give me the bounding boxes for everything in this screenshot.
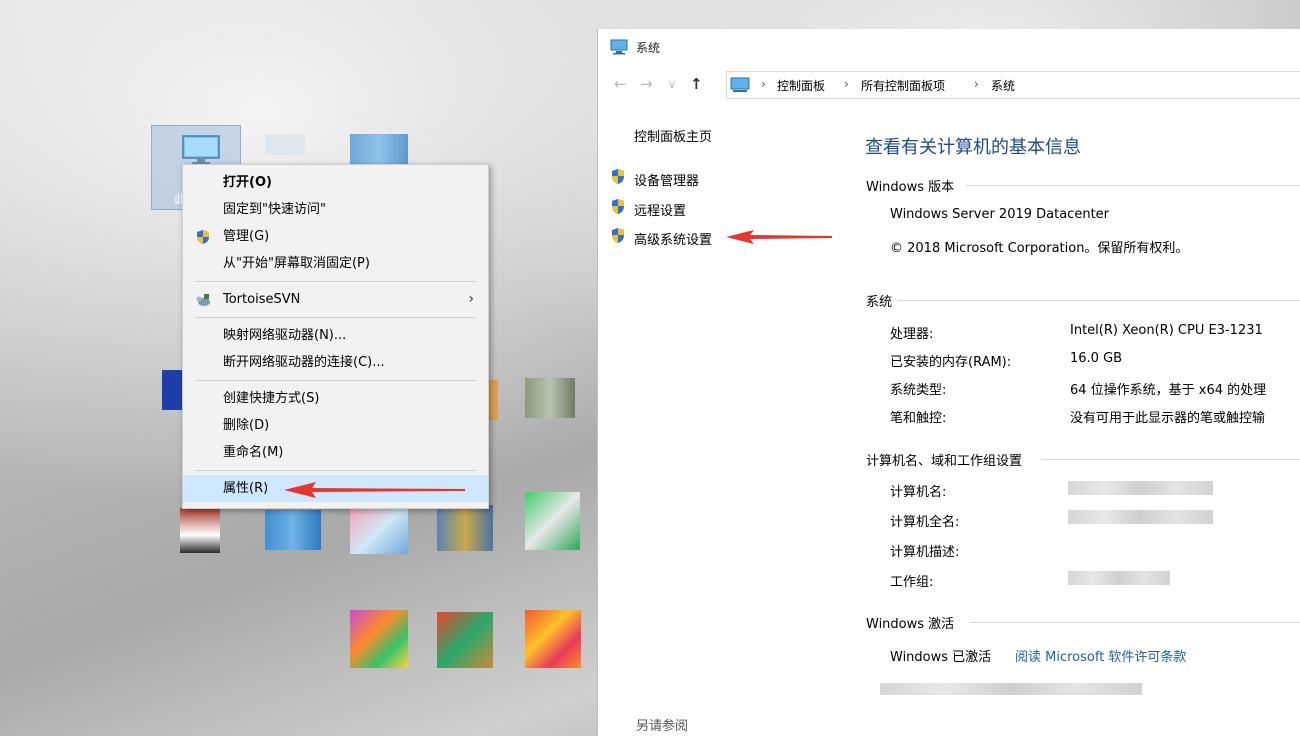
redacted-value xyxy=(1068,481,1213,495)
see-also-heading: 另请参阅 xyxy=(636,719,689,734)
breadcrumb-control-panel[interactable]: 控制面板 xyxy=(777,77,825,94)
menu-item-unpin-start[interactable]: 从"开始"屏幕取消固定(P) xyxy=(183,250,488,277)
address-bar[interactable]: › 控制面板 › 所有控制面板项 › 系统 xyxy=(726,71,1300,99)
section-divider xyxy=(970,622,1300,623)
workgroup-label: 工作组: xyxy=(890,575,934,590)
monitor-icon xyxy=(182,135,220,164)
menu-item-manage[interactable]: 管理(G) xyxy=(183,223,488,250)
menu-separator xyxy=(195,317,476,318)
page-title: 查看有关计算机的基本信息 xyxy=(865,137,1081,158)
pixelated-icon xyxy=(488,380,498,420)
navigation-bar: ← → ∨ ↑ › 控制面板 › 所有控制面板项 › 系统 xyxy=(598,71,1300,99)
pixelated-icon xyxy=(437,505,493,551)
menu-separator xyxy=(195,380,476,381)
pixelated-icon xyxy=(265,135,305,155)
full-computer-name-label: 计算机全名: xyxy=(890,515,960,530)
window-title: 系统 xyxy=(636,41,661,55)
forward-arrow-icon[interactable]: → xyxy=(640,75,653,93)
pen-touch-label: 笔和触控: xyxy=(890,411,947,426)
pixelated-icon xyxy=(265,510,321,550)
menu-item-label: 管理(G) xyxy=(223,229,270,244)
pixelated-icon xyxy=(437,612,493,668)
section-windows-edition: Windows 版本 xyxy=(866,180,955,195)
menu-item-create-shortcut[interactable]: 创建快捷方式(S) xyxy=(183,385,488,412)
ram-value: 16.0 GB xyxy=(1070,351,1123,366)
submenu-arrow-icon: › xyxy=(468,291,474,307)
pixelated-icon xyxy=(162,370,182,410)
activation-status: Windows 已激活 xyxy=(890,650,992,665)
uac-shield-icon xyxy=(612,169,624,184)
pen-touch-value: 没有可用于此显示器的笔或触控输 xyxy=(1070,411,1266,426)
processor-label: 处理器: xyxy=(890,327,934,342)
system-type-value: 64 位操作系统，基于 x64 的处理 xyxy=(1070,383,1267,398)
recent-locations-icon[interactable]: ∨ xyxy=(668,78,676,91)
system-window: 系统 ← → ∨ ↑ › 控制面板 › 所有控制面板项 › 系统 控制面板主页 … xyxy=(597,29,1300,736)
pixelated-icon xyxy=(180,508,220,553)
up-arrow-icon[interactable]: ↑ xyxy=(690,75,703,93)
computer-description-label: 计算机描述: xyxy=(890,545,960,560)
sidebar-advanced-system-settings[interactable]: 高级系统设置 xyxy=(634,229,712,248)
breadcrumb-all-items[interactable]: 所有控制面板项 xyxy=(861,77,945,94)
menu-item-pin-quick-access[interactable]: 固定到"快速访问" xyxy=(183,196,488,223)
title-bar: 系统 xyxy=(598,29,1300,65)
ram-label: 已安装的内存(RAM): xyxy=(890,355,1012,370)
menu-item-open[interactable]: 打开(O) xyxy=(183,169,488,196)
redacted-product-id xyxy=(880,683,1142,695)
system-monitor-icon xyxy=(610,39,628,55)
menu-item-delete[interactable]: 删除(D) xyxy=(183,412,488,439)
redacted-value xyxy=(1068,510,1213,524)
processor-value: Intel(R) Xeon(R) CPU E3-1231 xyxy=(1070,323,1263,338)
sidebar-remote-settings[interactable]: 远程设置 xyxy=(634,200,686,219)
section-divider xyxy=(1041,459,1300,460)
windows-edition-name: Windows Server 2019 Datacenter xyxy=(890,207,1110,222)
breadcrumb-separator: › xyxy=(844,77,849,91)
breadcrumb-separator: › xyxy=(761,77,766,91)
section-system: 系统 xyxy=(866,295,893,310)
pixelated-icon xyxy=(525,378,575,418)
copyright-text: © 2018 Microsoft Corporation。保留所有权利。 xyxy=(890,241,1189,256)
uac-shield-icon xyxy=(612,228,624,243)
uac-shield-icon xyxy=(612,199,624,214)
system-type-label: 系统类型: xyxy=(890,383,947,398)
menu-item-disconnect-drive[interactable]: 断开网络驱动器的连接(C)... xyxy=(183,349,488,376)
menu-item-map-drive[interactable]: 映射网络驱动器(N)... xyxy=(183,322,488,349)
menu-item-label: TortoiseSVN xyxy=(223,292,301,307)
context-menu: 打开(O) 固定到"快速访问" 管理(G) 从"开始"屏幕取消固定(P) Tor… xyxy=(182,164,489,509)
back-arrow-icon[interactable]: ← xyxy=(614,75,627,93)
pixelated-icon xyxy=(350,610,408,668)
red-arrow-annotation xyxy=(726,230,832,244)
section-activation: Windows 激活 xyxy=(866,617,955,632)
sidebar-device-manager[interactable]: 设备管理器 xyxy=(634,170,699,189)
menu-separator xyxy=(195,281,476,282)
control-panel-icon xyxy=(730,77,750,92)
computer-name-label: 计算机名: xyxy=(890,485,947,500)
pixelated-icon xyxy=(350,508,408,554)
menu-item-rename[interactable]: 重命名(M) xyxy=(183,439,488,466)
section-divider xyxy=(898,300,1300,301)
pixelated-icon xyxy=(525,492,580,550)
breadcrumb-separator: › xyxy=(974,77,979,91)
pixelated-icon xyxy=(525,610,581,668)
uac-shield-icon xyxy=(197,230,209,244)
red-arrow-annotation xyxy=(284,482,465,498)
section-divider xyxy=(966,185,1300,186)
menu-separator xyxy=(195,470,476,471)
section-computer-name: 计算机名、域和工作组设置 xyxy=(866,454,1023,469)
breadcrumb-system[interactable]: 系统 xyxy=(991,77,1015,94)
menu-item-tortoisesvn[interactable]: TortoiseSVN › xyxy=(183,286,488,313)
pixelated-icon xyxy=(350,134,408,168)
license-terms-link[interactable]: 阅读 Microsoft 软件许可条款 xyxy=(1015,646,1186,665)
redacted-value xyxy=(1068,571,1170,585)
tortoisesvn-icon xyxy=(196,294,210,306)
sidebar-control-panel-home[interactable]: 控制面板主页 xyxy=(634,126,712,145)
